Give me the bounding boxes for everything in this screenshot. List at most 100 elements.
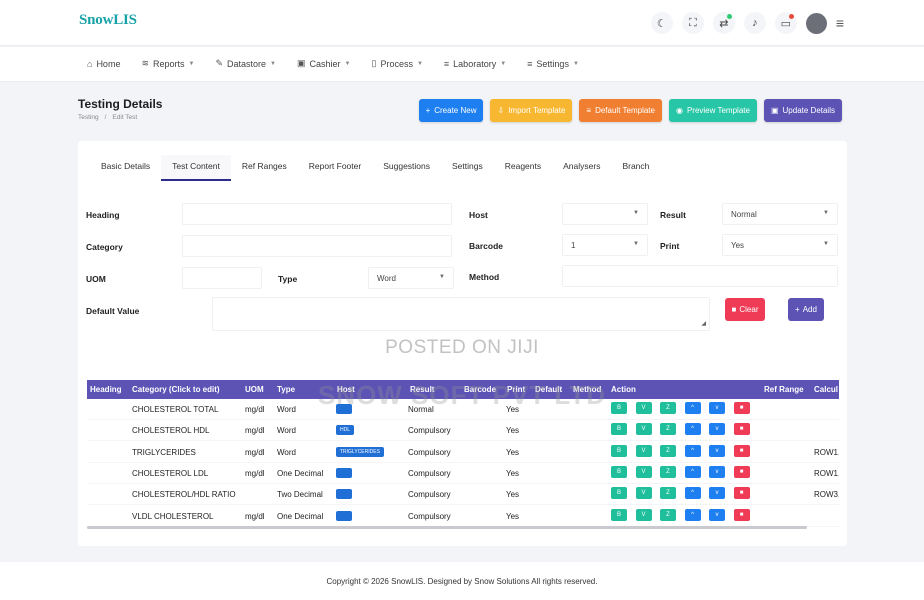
add-button[interactable]: + Add	[788, 298, 824, 321]
category-cell[interactable]: CHOLESTEROL/HDL RATIO	[132, 490, 236, 499]
breadcrumb-item-testing[interactable]: Testing	[78, 114, 99, 121]
host-select[interactable]: ▼	[562, 203, 648, 225]
resize-handle-icon[interactable]: ◢	[701, 320, 706, 327]
host-pill: HDL	[336, 425, 355, 436]
trash-icon[interactable]: ■	[733, 487, 750, 500]
tab-reagents[interactable]: Reagents	[494, 155, 552, 181]
tab-report-footer[interactable]: Report Footer	[298, 155, 372, 181]
hamburger-menu-icon[interactable]: ≡	[836, 15, 844, 31]
footer-brand-link[interactable]: SnowLIS	[391, 577, 423, 586]
chevron-down-icon[interactable]: v	[709, 465, 725, 478]
uom-input[interactable]	[182, 267, 262, 289]
category-cell[interactable]: VLDL CHOLESTEROL	[132, 512, 214, 521]
method-input[interactable]	[562, 265, 838, 287]
tab-test-content[interactable]: Test Content	[161, 155, 231, 181]
link-icon[interactable]: Z	[660, 465, 676, 478]
print-select-value: Yes	[731, 241, 745, 250]
default-template-button[interactable]: ≡ Default Template	[579, 99, 662, 122]
nav-item-cashier[interactable]: ▣ Cashier ▼	[297, 58, 350, 69]
type-cell: One Decimal	[277, 511, 324, 521]
horizontal-scrollbar[interactable]	[87, 526, 807, 529]
update-details-button[interactable]: ▣ Update Details	[763, 99, 842, 122]
create-new-button[interactable]: + Create New	[418, 99, 484, 122]
heading-input[interactable]	[182, 203, 452, 225]
tab-branch[interactable]: Branch	[611, 155, 660, 181]
view-icon[interactable]: V	[635, 465, 652, 478]
type-select[interactable]: Word ▼	[368, 267, 454, 289]
sync-icon[interactable]: ⇄	[712, 12, 735, 34]
edit-icon[interactable]: B	[611, 465, 627, 478]
category-input[interactable]	[182, 235, 452, 257]
tab-analysers[interactable]: Analysers	[552, 155, 611, 181]
edit-icon[interactable]: B	[611, 508, 627, 521]
brand-logo[interactable]: SnowLIS	[79, 12, 137, 29]
nav-item-home[interactable]: ⌂ Home	[87, 58, 120, 69]
nav-item-label: Datastore	[227, 58, 267, 69]
default-template-label: Default Template	[595, 106, 655, 115]
chevron-down-icon: ▼	[633, 241, 639, 247]
result-select[interactable]: Normal ▼	[722, 203, 838, 225]
host-pill	[336, 489, 352, 500]
print-select[interactable]: Yes ▼	[722, 234, 838, 256]
avatar[interactable]	[805, 12, 827, 34]
trash-icon[interactable]: ■	[733, 508, 750, 521]
chevron-up-icon[interactable]: ^	[684, 508, 701, 521]
default-value-textarea[interactable]: ◢	[212, 297, 710, 331]
link-icon[interactable]: Z	[660, 508, 676, 521]
bell-icon[interactable]: ♪	[743, 12, 766, 34]
nav-item-datastore[interactable]: ✎ Datastore ▼	[215, 58, 276, 69]
footer-designer-link[interactable]: Snow Solutions	[474, 577, 529, 586]
main-nav: ⌂ Home ≋ Reports ▼ ✎ Datastore ▼ ▣ Cashier ▼ ▯ Proce…	[0, 47, 924, 82]
edit-icon[interactable]: B	[611, 444, 627, 457]
nav-item-process[interactable]: ▯ Process ▼	[371, 58, 422, 69]
tab-basic-details[interactable]: Basic Details	[90, 155, 161, 181]
tab-bar: Basic Details Test Content Ref Ranges Repor…	[90, 155, 660, 181]
chevron-down-icon: ▼	[633, 210, 639, 216]
print-cell: Yes	[506, 447, 520, 457]
message-icon[interactable]: ▭	[774, 12, 797, 34]
category-cell[interactable]: CHOLESTEROL LDL	[132, 469, 208, 478]
chevron-up-icon[interactable]: ^	[684, 487, 701, 500]
chevron-up-icon[interactable]: ^	[684, 444, 701, 457]
chevron-up-icon[interactable]: ^	[684, 465, 701, 478]
edit-icon[interactable]: B	[611, 487, 627, 500]
tab-ref-ranges[interactable]: Ref Ranges	[231, 155, 298, 181]
tab-settings[interactable]: Settings	[441, 155, 494, 181]
fullscreen-icon[interactable]: ⛶	[681, 12, 704, 34]
chevron-down-icon[interactable]: v	[709, 423, 725, 436]
view-icon[interactable]: V	[635, 444, 652, 457]
dark-mode-icon[interactable]: ☾	[650, 12, 673, 34]
watermark-company: SNOW SOFT PVT LTD	[317, 380, 607, 410]
view-icon[interactable]: V	[635, 508, 652, 521]
edit-icon[interactable]: B	[611, 423, 627, 436]
file-icon: ▯	[371, 58, 377, 68]
preview-template-button[interactable]: ◉ Preview Template	[668, 99, 757, 122]
clear-button[interactable]: ■ Clear	[725, 298, 765, 321]
top-bar: SnowLIS ☾ ⛶ ⇄ ♪ ▭ ≡	[0, 0, 924, 46]
tab-suggestions[interactable]: Suggestions	[372, 155, 441, 181]
category-cell[interactable]: TRIGLYCERIDES	[132, 448, 196, 457]
trash-icon[interactable]: ■	[733, 423, 750, 436]
type-cell: Two Decimal	[277, 490, 323, 500]
chevron-down-icon[interactable]: v	[709, 487, 725, 500]
breadcrumb: Testing / Edit Test	[78, 114, 137, 121]
view-icon[interactable]: V	[635, 423, 652, 436]
import-template-button[interactable]: ⇩ Import Template	[490, 99, 573, 122]
create-new-icon: +	[425, 106, 431, 115]
type-cell: Word	[277, 447, 296, 457]
trash-icon[interactable]: ■	[733, 444, 750, 457]
nav-item-reports[interactable]: ≋ Reports ▼	[141, 58, 194, 69]
link-icon[interactable]: Z	[660, 444, 676, 457]
chevron-up-icon[interactable]: ^	[684, 423, 701, 436]
link-icon[interactable]: Z	[660, 423, 676, 436]
nav-item-laboratory[interactable]: ≡ Laboratory ▼	[444, 58, 506, 69]
view-icon[interactable]: V	[635, 487, 652, 500]
calculation-cell: ROW1,	[814, 468, 839, 478]
trash-icon[interactable]: ■	[733, 465, 750, 478]
link-icon[interactable]: Z	[660, 487, 676, 500]
category-cell[interactable]: CHOLESTEROL HDL	[132, 426, 210, 435]
chevron-down-icon[interactable]: v	[709, 444, 725, 457]
nav-item-settings[interactable]: ≡ Settings ▼	[527, 58, 579, 69]
chevron-down-icon[interactable]: v	[709, 508, 725, 521]
barcode-select[interactable]: 1 ▼	[562, 234, 648, 256]
